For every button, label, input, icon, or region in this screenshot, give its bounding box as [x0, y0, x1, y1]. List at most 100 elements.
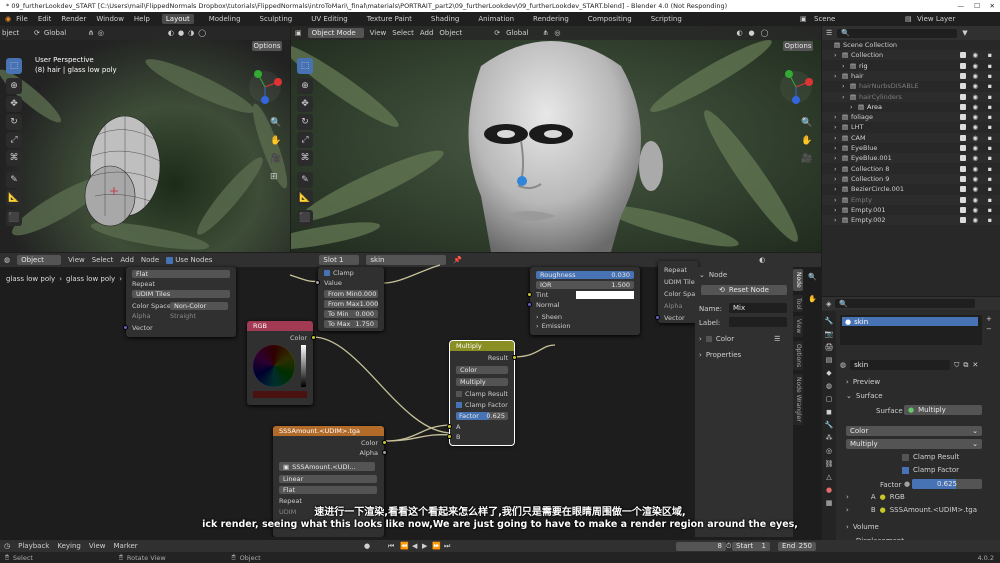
visibility-eye-icon[interactable]: ◉ — [972, 175, 978, 183]
normal-input-socket[interactable] — [527, 302, 532, 307]
projection-select[interactable]: Flat — [279, 485, 377, 494]
exclude-checkbox[interactable] — [960, 217, 966, 224]
workspace-tab-texture-paint[interactable]: Texture Paint — [363, 14, 416, 24]
editor-type-icon[interactable]: ◷ — [4, 542, 10, 550]
output-tab-icon[interactable]: 🖨 — [825, 343, 834, 351]
render-camera-icon[interactable]: ▪ — [988, 113, 992, 121]
outliner-row[interactable]: › ▤ Collection 8 ◉ ▪ — [822, 164, 1000, 174]
image-select-field[interactable]: ▣ SSSAmount.<UDI... — [279, 462, 375, 471]
mix-multiply-node[interactable]: Multiply Result Color Multiply Clamp Res… — [447, 340, 517, 446]
render-camera-icon[interactable]: ▪ — [988, 206, 992, 214]
from-max-field[interactable]: From Max 1.000 — [324, 299, 378, 308]
expand-icon[interactable]: › — [834, 154, 842, 162]
workspace-tab-animation[interactable]: Animation — [474, 14, 518, 24]
render-tab-icon[interactable]: 📷 — [825, 330, 834, 338]
color-output-socket[interactable] — [382, 440, 387, 445]
expand-icon[interactable]: › — [834, 123, 842, 131]
outliner-row[interactable]: › ▤ Area ◉ ▪ — [822, 102, 1000, 112]
map-range-node[interactable]: Clamp Value From Min 0.000 From Max 1.000 … — [315, 267, 384, 331]
tint-input-socket[interactable] — [527, 292, 532, 297]
editor-type-icon[interactable]: ◈ — [826, 300, 831, 308]
preview-section[interactable]: › Preview — [846, 378, 880, 386]
start-frame-field[interactable]: Start 1 — [732, 541, 770, 551]
close-icon[interactable]: ✕ — [990, 2, 995, 10]
menu-edit[interactable]: Edit — [38, 15, 52, 23]
jump-start-icon[interactable]: ⏮ — [388, 542, 394, 551]
sidebar-tab-view[interactable]: View — [793, 316, 803, 337]
proportional-icon[interactable]: ◎ — [554, 29, 560, 37]
visibility-eye-icon[interactable]: ◉ — [972, 103, 978, 111]
extension-field[interactable]: Flat — [132, 269, 230, 278]
menu-render[interactable]: Render — [61, 15, 86, 23]
a-input-socket[interactable] — [447, 424, 452, 429]
render-camera-icon[interactable]: ▪ — [988, 185, 992, 193]
options-button[interactable]: Options — [783, 41, 813, 51]
expand-icon[interactable]: › — [842, 93, 850, 101]
zoom-icon[interactable]: 🔍 — [270, 118, 281, 128]
render-camera-icon[interactable]: ▪ — [988, 62, 992, 70]
scene-tab-icon[interactable]: ◆ — [826, 369, 831, 377]
rgb-node-header[interactable]: RGB — [247, 321, 313, 331]
outliner-row[interactable]: › ▤ foliage ◉ ▪ — [822, 112, 1000, 123]
visibility-eye-icon[interactable]: ◉ — [972, 144, 978, 152]
modifier-tab-icon[interactable]: 🔧 — [825, 421, 834, 429]
node-name-field[interactable]: Mix — [729, 303, 787, 313]
expand-icon[interactable]: › — [842, 82, 850, 90]
play-icon[interactable]: ▶ — [422, 542, 427, 550]
editor-type-icon[interactable]: ☰ — [826, 29, 832, 37]
tool-add-cube[interactable]: ⬛ — [297, 210, 313, 226]
current-frame-field[interactable]: 8 — [676, 541, 726, 551]
visibility-eye-icon[interactable]: ◉ — [972, 165, 978, 173]
sidebar-tab-node-wrangler[interactable]: Node Wrangler — [793, 373, 803, 425]
exclude-checkbox[interactable] — [960, 103, 966, 110]
render-camera-icon[interactable]: ▪ — [988, 165, 992, 173]
filter-icon[interactable]: ▼ — [962, 29, 967, 37]
menu-file[interactable]: File — [16, 15, 28, 23]
expand-icon[interactable]: › — [834, 144, 842, 152]
pan-icon[interactable]: ✋ — [808, 295, 817, 303]
next-key-icon[interactable]: ⏩ — [432, 542, 441, 550]
preview-range-icon[interactable]: ⏱ — [726, 542, 731, 551]
result-output-socket[interactable] — [512, 355, 517, 360]
outliner-row[interactable]: ▤ Scene Collection — [822, 40, 1000, 50]
options-button[interactable]: Options — [252, 41, 282, 51]
expand-icon[interactable]: › — [834, 51, 842, 59]
render-camera-icon[interactable]: ▪ — [988, 123, 992, 131]
slot-remove-icon[interactable]: − — [986, 325, 992, 333]
vector-input-socket[interactable] — [123, 325, 128, 330]
shading-render-icon[interactable]: ◯ — [198, 29, 206, 37]
clamp-factor-row[interactable]: Clamp Factor — [902, 466, 959, 474]
tool-move[interactable]: ✥ — [297, 96, 313, 112]
exclude-checkbox[interactable] — [960, 83, 966, 90]
surface-value-field[interactable]: ● Multiply — [904, 405, 982, 415]
visibility-eye-icon[interactable]: ◉ — [972, 123, 978, 131]
factor-field[interactable]: Factor 0.625 — [456, 411, 508, 420]
exclude-checkbox[interactable] — [960, 72, 966, 79]
interpolation-select[interactable]: Linear — [279, 474, 377, 483]
expand-icon[interactable]: › — [834, 72, 842, 80]
prev-key-icon[interactable]: ⏪ — [400, 542, 409, 550]
shield-icon[interactable]: ⛉ — [954, 361, 959, 370]
outliner-row[interactable]: › ▤ BezierCircle.001 ◉ ▪ — [822, 184, 1000, 194]
navigation-gizmo[interactable] — [248, 70, 282, 104]
jump-end-icon[interactable]: ⏭ — [444, 542, 450, 551]
viewport-left[interactable]: bject ⟳ Global ⋔ ◎ ◐ ● ◑ ◯ Options User … — [0, 26, 290, 252]
visibility-eye-icon[interactable]: ◉ — [972, 196, 978, 204]
shading-solid-icon[interactable]: ● — [749, 29, 755, 37]
exclude-checkbox[interactable] — [960, 186, 966, 193]
shading-material-icon[interactable]: ◑ — [188, 29, 194, 37]
playback-menu[interactable]: Playback — [18, 542, 49, 550]
tool-measure[interactable]: 📐 — [6, 190, 22, 206]
outliner-row[interactable]: › ▤ Empty ◉ ▪ — [822, 194, 1000, 205]
workspace-tab-shading[interactable]: Shading — [427, 14, 463, 24]
tool-transform[interactable]: ⌘ — [6, 150, 22, 166]
render-camera-icon[interactable]: ▪ — [988, 82, 992, 90]
material-name-field[interactable]: skin — [850, 360, 951, 370]
tool-select-box[interactable]: ⬚ — [6, 58, 22, 74]
color-preview-swatch[interactable] — [253, 391, 307, 398]
visibility-eye-icon[interactable]: ◉ — [972, 72, 978, 80]
view-layer-name[interactable]: View Layer — [917, 15, 955, 23]
pan-icon[interactable]: ✋ — [270, 136, 281, 146]
sidebar-tab-tool[interactable]: Tool — [793, 294, 803, 313]
expand-icon[interactable]: › — [834, 185, 842, 193]
